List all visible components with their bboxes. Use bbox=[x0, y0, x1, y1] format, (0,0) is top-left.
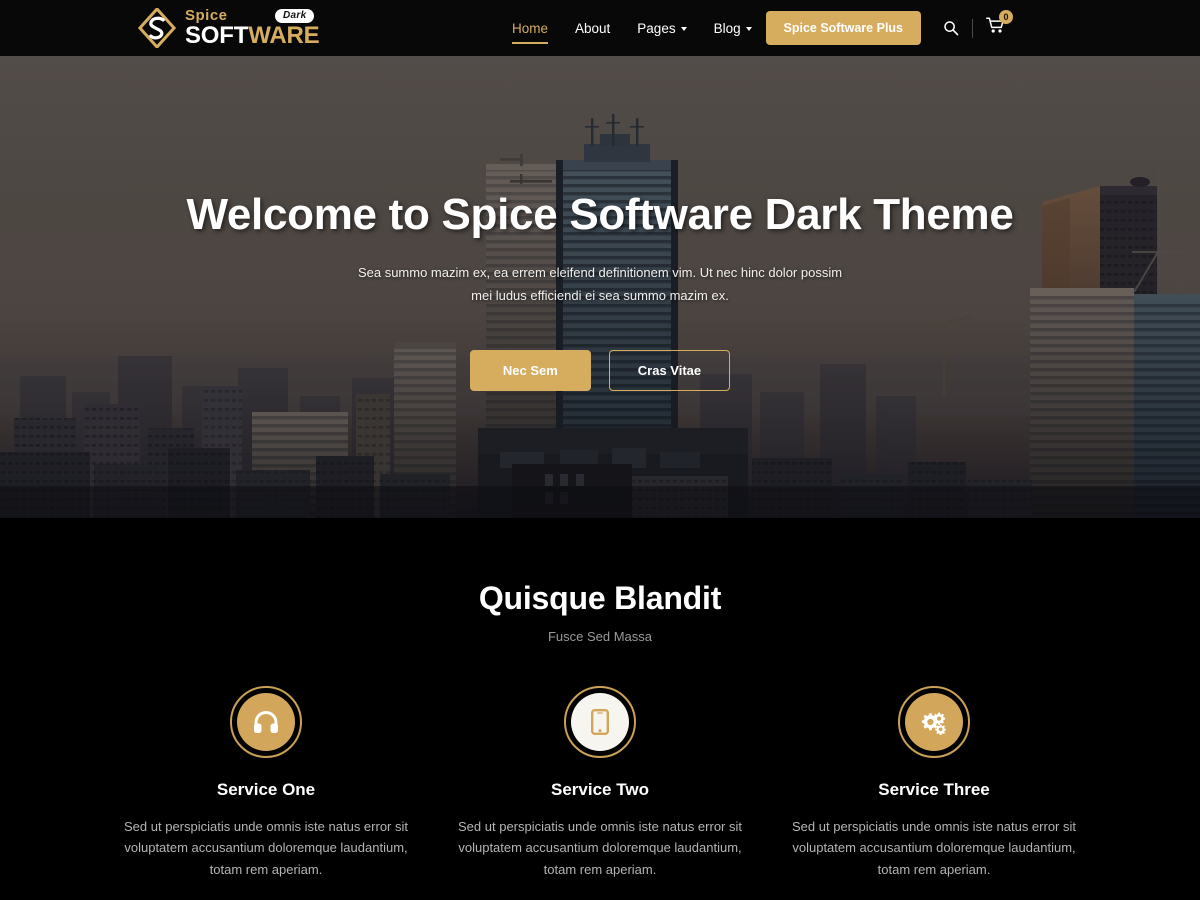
services-row: Service One Sed ut perspiciatis unde omn… bbox=[0, 686, 1200, 880]
service-one-icon-ring bbox=[230, 686, 302, 758]
search-icon[interactable] bbox=[943, 20, 959, 36]
services-title: Quisque Blandit bbox=[478, 580, 722, 616]
nav-label-blog: Blog bbox=[713, 20, 741, 36]
service-two-description: Sed ut perspiciatis unde omnis iste natu… bbox=[458, 819, 742, 877]
logo-ware-text: WARE bbox=[248, 22, 320, 49]
hero-primary-button[interactable]: Nec Sem bbox=[469, 349, 591, 391]
hero-subtitle-line-2: mei ludus efficiendi ei sea summo mazim … bbox=[471, 287, 729, 303]
service-one-icon-circle bbox=[237, 693, 295, 751]
service-one-title: Service One bbox=[216, 780, 316, 799]
nav-item-blog[interactable]: Blog bbox=[714, 17, 752, 40]
spice-software-plus-button[interactable]: Spice Software Plus bbox=[765, 11, 921, 45]
headphones-icon bbox=[254, 711, 278, 733]
nav-label-about: About bbox=[575, 20, 611, 36]
site-logo[interactable]: Spice SOFTWARE Dark bbox=[138, 8, 320, 49]
hero-title: Welcome to Spice Software Dark Theme bbox=[186, 190, 1014, 239]
cart-count-badge: 0 bbox=[999, 10, 1013, 24]
service-card-one[interactable]: Service One Sed ut perspiciatis unde omn… bbox=[99, 686, 433, 880]
hero-content: Welcome to Spice Software Dark Theme Sea… bbox=[0, 56, 1200, 391]
service-three-icon-ring bbox=[898, 686, 970, 758]
service-two-title: Service Two bbox=[551, 780, 649, 799]
services-subtitle: Fusce Sed Massa bbox=[547, 629, 653, 644]
service-three-title: Service Three bbox=[878, 780, 990, 799]
hero-subtitle: Sea summo mazim ex, ea errem eleifend de… bbox=[0, 262, 1200, 308]
nav-item-home[interactable]: Home bbox=[512, 17, 549, 44]
header-divider bbox=[972, 18, 973, 38]
services-section: Quisque Blandit Fusce Sed Massa Service … bbox=[0, 518, 1200, 881]
hero-section: Welcome to Spice Software Dark Theme Sea… bbox=[0, 56, 1200, 518]
cart-button[interactable]: 0 bbox=[986, 10, 1013, 39]
hero-secondary-button[interactable]: Cras Vitae bbox=[608, 349, 731, 391]
hero-subtitle-line-1: Sea summo mazim ex, ea errem eleifend de… bbox=[357, 265, 843, 280]
service-three-icon-circle bbox=[905, 693, 963, 751]
chevron-down-icon bbox=[745, 27, 752, 31]
service-two-icon-circle bbox=[571, 693, 629, 751]
dark-theme-badge: Dark bbox=[275, 9, 315, 23]
site-header: Spice SOFTWARE Dark Home About Pages Blo… bbox=[0, 0, 1200, 56]
logo-soft-text: SOFT bbox=[185, 22, 249, 49]
mobile-phone-icon bbox=[591, 709, 609, 735]
service-two-icon-ring bbox=[564, 686, 636, 758]
logo-wordmark: Spice SOFTWARE Dark bbox=[185, 8, 320, 49]
service-three-description: Sed ut perspiciatis unde omnis iste natu… bbox=[792, 819, 1076, 877]
service-card-two[interactable]: Service Two Sed ut perspiciatis unde omn… bbox=[433, 686, 767, 880]
nav-label-home: Home bbox=[512, 20, 549, 36]
service-one-description: Sed ut perspiciatis unde omnis iste natu… bbox=[124, 819, 408, 877]
logo-bottom-text: SOFTWARE bbox=[185, 22, 320, 49]
nav-item-pages[interactable]: Pages bbox=[637, 17, 687, 40]
header-icon-group: 0 bbox=[943, 10, 1013, 39]
service-card-three[interactable]: Service Three Sed ut perspiciatis unde o… bbox=[767, 686, 1101, 880]
diamond-s-logo-icon bbox=[138, 8, 176, 48]
nav-item-about[interactable]: About bbox=[575, 17, 610, 40]
header-actions: Spice Software Plus 0 bbox=[765, 10, 1013, 45]
gears-icon bbox=[921, 712, 946, 735]
nav-label-pages: Pages bbox=[637, 20, 676, 36]
hero-button-group: Nec Sem Cras Vitae bbox=[0, 349, 1200, 391]
chevron-down-icon bbox=[680, 27, 687, 31]
